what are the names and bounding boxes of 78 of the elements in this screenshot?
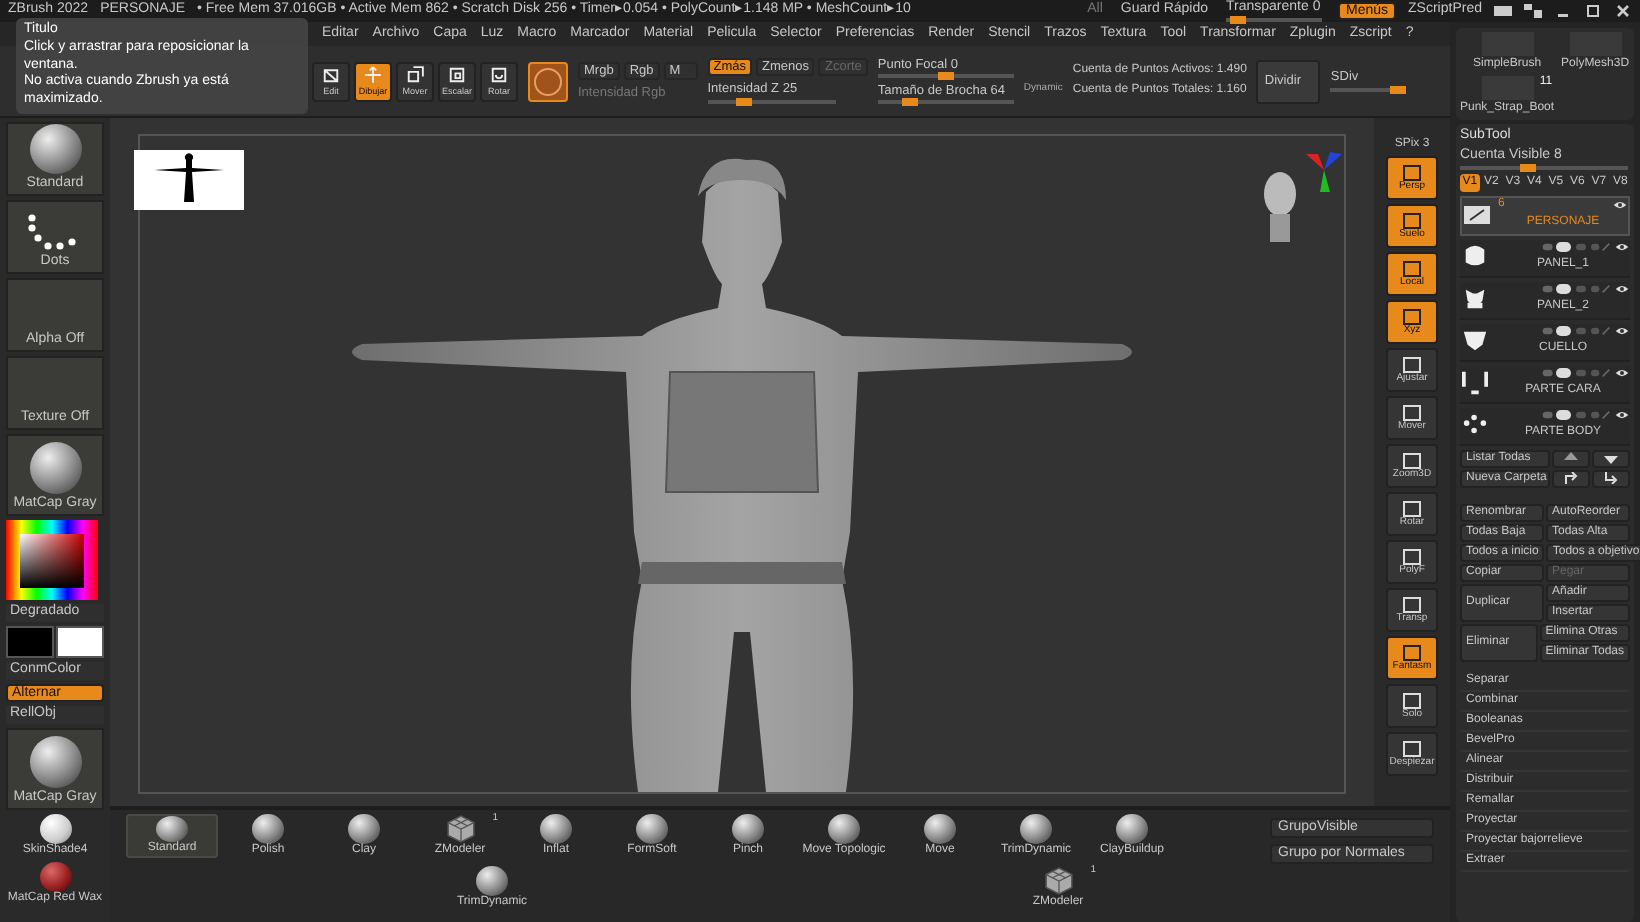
eye-icon[interactable]: [1614, 410, 1630, 421]
secondary-color-swatch[interactable]: [56, 626, 104, 658]
folder-action-button[interactable]: [1552, 469, 1590, 488]
view-control-icon: [1402, 211, 1422, 230]
sphere-icon: [828, 814, 860, 845]
ring-icon: [534, 67, 562, 95]
model-thumbnail[interactable]: [134, 150, 244, 210]
subtool-toggles-icon[interactable]: [1542, 284, 1610, 295]
down-arrow-icon: [1604, 452, 1618, 465]
axis-gizmo-drawing[interactable]: [1302, 146, 1346, 194]
folder-icon: [1462, 202, 1492, 227]
tool-icon: [404, 64, 426, 87]
tool-icon: [320, 64, 342, 87]
tool-icon: [362, 64, 384, 87]
view-control-icon: [1402, 499, 1422, 518]
layout-icon[interactable]: [1494, 4, 1512, 18]
primary-color-swatch[interactable]: [6, 626, 54, 658]
view-control-icon: [1402, 307, 1422, 326]
sphere-icon: [348, 814, 380, 845]
cube-icon: [1043, 866, 1073, 897]
sphere-icon: [29, 441, 81, 494]
slider-thumb[interactable]: [1230, 16, 1247, 25]
eye-icon[interactable]: [1614, 368, 1630, 379]
bent-arrow-icon: [1564, 472, 1578, 485]
slider-thumb[interactable]: [1390, 85, 1407, 94]
subtool-toggles-icon[interactable]: [1542, 410, 1610, 421]
eye-icon[interactable]: [1614, 284, 1630, 295]
tool-icon: [488, 64, 510, 87]
move-up-button[interactable]: [1552, 449, 1590, 468]
subtool-toggles-icon[interactable]: [1542, 368, 1610, 379]
subtool-toggles-icon[interactable]: [1542, 326, 1610, 337]
mesh-thumbnail-icon: [1460, 411, 1490, 438]
view-control-icon: [1402, 355, 1422, 374]
mesh-thumbnail-icon: [1460, 369, 1490, 396]
eye-icon[interactable]: [1614, 242, 1630, 253]
view-control-icon: [1402, 643, 1422, 662]
mesh-thumbnail-icon: [1460, 285, 1490, 312]
sphere-icon: [156, 816, 188, 843]
slider-thumb[interactable]: [1520, 163, 1537, 172]
up-arrow-icon: [1564, 452, 1578, 465]
mesh-thumbnail-icon: [1460, 327, 1490, 354]
sphere-icon: [540, 814, 572, 845]
sphere-icon: [924, 814, 956, 845]
close-icon[interactable]: [1614, 4, 1632, 18]
mesh-thumbnail-icon: [1460, 243, 1490, 270]
view-control-icon: [1402, 595, 1422, 614]
sphere-icon: [39, 814, 71, 845]
slider-thumb[interactable]: [735, 97, 752, 106]
bent-arrow-icon: [1604, 472, 1618, 485]
subtool-toggles-icon[interactable]: [1542, 242, 1610, 253]
sphere-icon: [732, 814, 764, 845]
restore-icon[interactable]: [1584, 4, 1602, 18]
sphere-icon: [252, 814, 284, 845]
sphere-icon: [29, 735, 81, 788]
view-control-icon: [1402, 259, 1422, 278]
view-control-icon: [1402, 403, 1422, 422]
view-control-icon: [1402, 163, 1422, 182]
tool-icon: [446, 64, 468, 87]
sphere-icon: [39, 862, 71, 893]
material-button[interactable]: [528, 61, 568, 101]
sphere-icon: [1020, 814, 1052, 845]
sphere-icon: [636, 814, 668, 845]
eye-icon[interactable]: [1612, 200, 1628, 211]
layout-icon[interactable]: [1524, 4, 1542, 18]
slider-thumb[interactable]: [901, 98, 918, 107]
sphere-icon: [1116, 814, 1148, 845]
eye-icon[interactable]: [1614, 326, 1630, 337]
sphere-icon: [476, 866, 508, 897]
view-control-icon: [1402, 739, 1422, 758]
color-picker[interactable]: [6, 520, 98, 600]
sphere-icon: [29, 124, 81, 174]
cube-icon: [445, 814, 475, 845]
view-control-icon: [1402, 451, 1422, 470]
folder-action-button[interactable]: [1592, 469, 1630, 488]
view-control-icon: [1402, 691, 1422, 710]
view-control-icon: [1402, 547, 1422, 566]
move-down-button[interactable]: [1592, 449, 1630, 468]
slider-thumb[interactable]: [937, 72, 954, 80]
